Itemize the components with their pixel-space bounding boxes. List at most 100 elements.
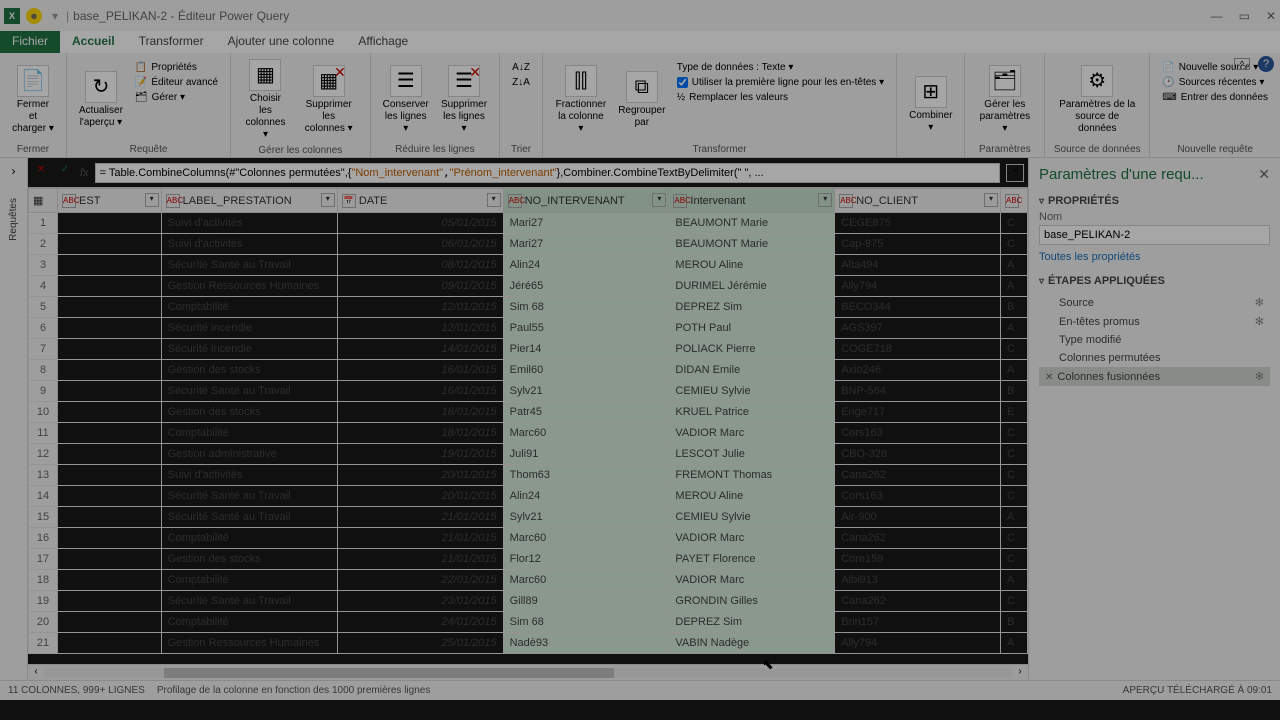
table-row[interactable]: 12Gestion administrative19/01/2015Juli91… — [29, 444, 1028, 465]
table-row[interactable]: 18Comptabilité22/01/2015Marc60VADIOR Mar… — [29, 570, 1028, 591]
properties-button[interactable]: 📋 Propriétés — [131, 61, 222, 74]
table-row[interactable]: 10Gestion des stocks18/01/2015Patr45KRUE… — [29, 402, 1028, 423]
cell[interactable]: 21/01/2015 — [337, 507, 503, 528]
applied-step[interactable]: ✕Colonnes fusionnées✻ — [1039, 367, 1270, 386]
cell[interactable] — [58, 255, 162, 276]
cell[interactable]: 23/01/2015 — [337, 591, 503, 612]
cell[interactable]: Gill89 — [503, 591, 669, 612]
cell[interactable]: Gestion des stocks — [161, 360, 337, 381]
cell[interactable]: Sécurité Santé au Travail — [161, 381, 337, 402]
cell[interactable]: VABIN Nadège — [669, 633, 835, 654]
table-row[interactable]: 14Sécurité Santé au Travail20/01/2015Ali… — [29, 486, 1028, 507]
cell[interactable]: Cana262 — [835, 465, 1001, 486]
cell[interactable]: Sécurité Santé au Travail — [161, 591, 337, 612]
horizontal-scrollbar[interactable]: ‹ › — [28, 664, 1028, 680]
cell[interactable]: Patr45 — [503, 402, 669, 423]
cell[interactable]: Sécurité Santé au Travail — [161, 255, 337, 276]
cell[interactable]: A — [1001, 318, 1028, 339]
table-row[interactable]: 11Comptabilité18/01/2015Marc60VADIOR Mar… — [29, 423, 1028, 444]
cell[interactable] — [58, 612, 162, 633]
cell[interactable]: 18 — [29, 570, 58, 591]
cell[interactable]: 12 — [29, 444, 58, 465]
cell[interactable]: Axio246 — [835, 360, 1001, 381]
cell[interactable]: Cana262 — [835, 528, 1001, 549]
cell[interactable]: C — [1001, 339, 1028, 360]
accept-formula-button[interactable]: ✓ — [56, 164, 74, 182]
cell[interactable]: Gestion des stocks — [161, 549, 337, 570]
table-row[interactable]: 4Gestion Ressources Humaines09/01/2015Jé… — [29, 276, 1028, 297]
table-row[interactable]: 1Suivi d'activités05/01/2015Mari27BEAUMO… — [29, 213, 1028, 234]
cell[interactable]: 16/01/2015 — [337, 360, 503, 381]
cell[interactable]: Cors163 — [835, 423, 1001, 444]
combine-button[interactable]: ⊞Combiner ▾ — [905, 57, 956, 153]
column-header[interactable]: ABCNO_INTERVENANT▾ — [503, 189, 669, 213]
cell[interactable]: Sim 68 — [503, 612, 669, 633]
close-icon[interactable]: ✕ — [1266, 9, 1276, 23]
minimize-icon[interactable]: — — [1211, 9, 1223, 23]
cell[interactable] — [58, 465, 162, 486]
remove-columns-button[interactable]: ▦✕Supprimer les colonnes ▾ — [296, 57, 362, 143]
cell[interactable]: Gestion Ressources Humaines — [161, 633, 337, 654]
cell[interactable]: Marc60 — [503, 570, 669, 591]
first-row-headers-button[interactable]: Utiliser la première ligne pour les en-t… — [673, 76, 888, 89]
cell[interactable]: BEAUMONT Marie — [669, 213, 835, 234]
cell[interactable] — [58, 423, 162, 444]
cell[interactable]: A — [1001, 570, 1028, 591]
group-by-button[interactable]: ⧉Regrouper par — [615, 57, 669, 142]
table-row[interactable]: 15Sécurité Santé au Travail21/01/2015Syl… — [29, 507, 1028, 528]
cell[interactable]: VADIOR Marc — [669, 570, 835, 591]
cell[interactable]: C — [1001, 591, 1028, 612]
table-row[interactable]: 3Sécurité Santé au Travail08/01/2015Alin… — [29, 255, 1028, 276]
enter-data-button[interactable]: ⌨ Entrer des données — [1158, 91, 1272, 104]
cell[interactable]: 15 — [29, 507, 58, 528]
cell[interactable]: 8 — [29, 360, 58, 381]
cell[interactable]: Enge717 — [835, 402, 1001, 423]
cell[interactable] — [58, 213, 162, 234]
cell[interactable] — [58, 507, 162, 528]
chevron-right-icon[interactable]: › — [12, 164, 16, 178]
cell[interactable]: 22/01/2015 — [337, 570, 503, 591]
cell[interactable]: 19 — [29, 591, 58, 612]
cell[interactable]: Suivi d'activités — [161, 213, 337, 234]
cell[interactable]: 5 — [29, 297, 58, 318]
cell[interactable]: Gestion Ressources Humaines — [161, 276, 337, 297]
cell[interactable] — [58, 234, 162, 255]
cell[interactable]: 21/01/2015 — [337, 549, 503, 570]
cell[interactable]: Sécurité Santé au Travail — [161, 507, 337, 528]
cell[interactable]: MEROU Aline — [669, 255, 835, 276]
cell[interactable]: C — [1001, 465, 1028, 486]
cell[interactable]: Comptabilité — [161, 528, 337, 549]
help-icon[interactable]: ? — [1258, 56, 1274, 72]
cell[interactable]: Sécurité incendie — [161, 339, 337, 360]
collapse-ribbon-icon[interactable]: ^ — [1234, 58, 1250, 70]
cell[interactable]: A — [1001, 276, 1028, 297]
cell[interactable]: C — [1001, 528, 1028, 549]
data-type-button[interactable]: Type de données : Texte ▾ — [673, 61, 888, 74]
cell[interactable]: Marc60 — [503, 528, 669, 549]
cell[interactable]: 20 — [29, 612, 58, 633]
cell[interactable]: Emil60 — [503, 360, 669, 381]
cell[interactable]: B — [1001, 297, 1028, 318]
cell[interactable]: Air-900 — [835, 507, 1001, 528]
cell[interactable]: E — [1001, 402, 1028, 423]
cell[interactable]: DURIMEL Jérémie — [669, 276, 835, 297]
cell[interactable]: 21/01/2015 — [337, 528, 503, 549]
applied-step[interactable]: Type modifié — [1039, 331, 1270, 349]
cell[interactable]: CEMIEU Sylvie — [669, 507, 835, 528]
cell[interactable]: 4 — [29, 276, 58, 297]
cell[interactable]: 6 — [29, 318, 58, 339]
filter-icon[interactable]: ▾ — [321, 193, 335, 207]
cell[interactable] — [58, 339, 162, 360]
cell[interactable]: AGS397 — [835, 318, 1001, 339]
cell[interactable]: MEROU Aline — [669, 486, 835, 507]
cell[interactable]: 18/01/2015 — [337, 423, 503, 444]
cell[interactable]: Marc60 — [503, 423, 669, 444]
applied-steps-header[interactable]: ÉTAPES APPLIQUÉES — [1039, 275, 1270, 287]
cell[interactable]: 05/01/2015 — [337, 213, 503, 234]
cell[interactable] — [58, 276, 162, 297]
tab-add-column[interactable]: Ajouter une colonne — [216, 31, 347, 53]
cell[interactable]: C — [1001, 234, 1028, 255]
cell[interactable]: 13 — [29, 465, 58, 486]
filter-icon[interactable]: ▾ — [818, 193, 832, 207]
applied-step[interactable]: En-têtes promus✻ — [1039, 312, 1270, 331]
